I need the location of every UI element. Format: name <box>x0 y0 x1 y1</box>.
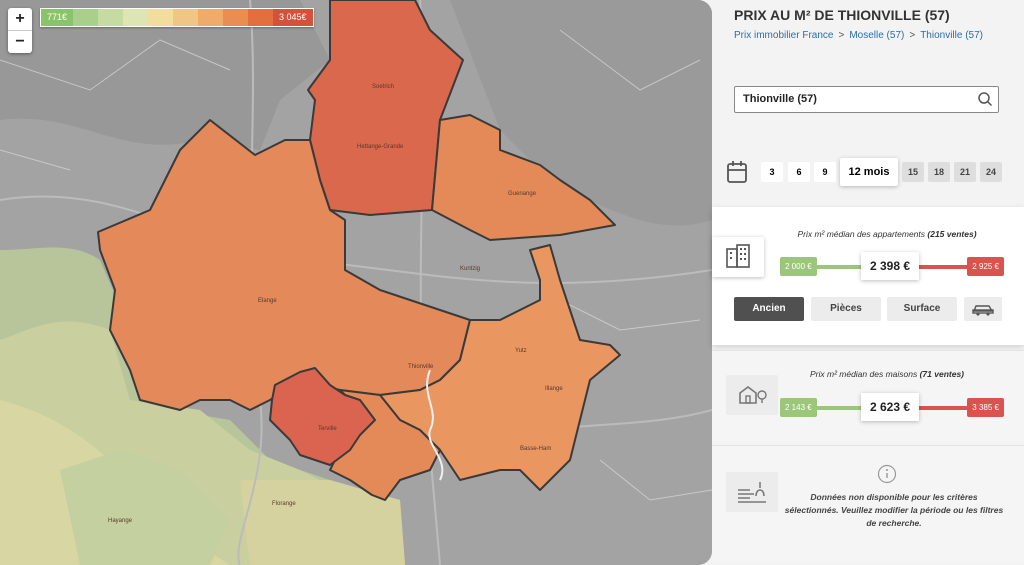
period-24-button[interactable]: 24 <box>980 162 1002 182</box>
period-3-button[interactable]: 3 <box>761 162 783 182</box>
period-12-button[interactable]: 12 mois <box>840 158 898 186</box>
building-icon[interactable] <box>712 237 764 277</box>
tab-pieces[interactable]: Pièces <box>811 297 881 321</box>
houses-low-price: 2 143 € <box>780 398 817 417</box>
breadcrumb-france[interactable]: Prix immobilier France <box>734 30 833 41</box>
houses-caption-text: Prix m² médian des maisons <box>809 369 918 379</box>
legend-swatch <box>123 9 149 26</box>
tab-surface[interactable]: Surface <box>887 297 957 321</box>
houses-median-price: 2 623 € <box>861 393 919 421</box>
map-label: Florange <box>272 501 296 507</box>
period-21-button[interactable]: 21 <box>954 162 976 182</box>
houses-high-price: 3 385 € <box>967 398 1004 417</box>
legend-swatch <box>223 9 249 26</box>
houses-card: Prix m² médian des maisons (71 ventes) 2… <box>712 350 1024 441</box>
houses-sales-count: (71 ventes) <box>919 369 965 379</box>
legend-swatch <box>173 9 199 26</box>
car-icon[interactable] <box>964 297 1002 321</box>
legend-swatch <box>73 9 99 26</box>
breadcrumb-separator: > <box>838 30 845 41</box>
period-6-button[interactable]: 6 <box>788 162 810 182</box>
period-9-button[interactable]: 9 <box>814 162 836 182</box>
map-label: Yutz <box>515 348 527 354</box>
legend-swatch <box>198 9 224 26</box>
map-label: Thionville <box>408 364 434 370</box>
breadcrumb-separator: > <box>909 30 916 41</box>
breadcrumb-moselle[interactable]: Moselle (57) <box>849 30 904 41</box>
price-legend: 771€ 3 045€ <box>40 8 314 27</box>
search-box[interactable] <box>734 86 999 113</box>
apartments-sales-count: (215 ventes) <box>927 229 977 239</box>
range-high-bar <box>910 265 970 269</box>
period-15-button[interactable]: 15 <box>902 162 924 182</box>
land-icon[interactable] <box>726 472 778 512</box>
map-label: Kuntzig <box>460 266 480 272</box>
houses-caption: Prix m² médian des maisons (71 ventes) <box>772 369 1002 379</box>
apartments-median-price: 2 398 € <box>861 252 919 280</box>
apartments-tabs: Ancien Pièces Surface <box>734 297 1002 321</box>
legend-min-label: 771€ <box>41 9 74 26</box>
range-high-bar <box>910 406 970 410</box>
map-label: Basse-Ham <box>520 446 551 452</box>
apartments-caption: Prix m² médian des appartements (215 ven… <box>772 229 1002 239</box>
map-label: Elange <box>258 298 277 304</box>
search-input[interactable] <box>741 92 965 106</box>
apartments-caption-text: Prix m² médian des appartements <box>797 229 926 239</box>
apartments-price-range: 2 000 € 2 398 € 2 925 € <box>780 252 1004 282</box>
apartments-card: Prix m² médian des appartements (215 ven… <box>712 207 1024 345</box>
side-panel: PRIX AU M² DE THIONVILLE (57) Prix immob… <box>712 0 1024 565</box>
tab-ancien[interactable]: Ancien <box>734 297 804 321</box>
calendar-icon <box>726 160 748 189</box>
houses-price-range: 2 143 € 2 623 € 3 385 € <box>780 393 1004 423</box>
land-card: Données non disponible pour les critères… <box>712 445 1024 561</box>
page-title: PRIX AU M² DE THIONVILLE (57) <box>734 7 950 23</box>
map-label: Hayange <box>108 518 133 524</box>
map-label: Guenange <box>508 191 537 197</box>
breadcrumb-thionville[interactable]: Thionville (57) <box>920 30 983 41</box>
no-data-message: Données non disponible pour les critères… <box>784 492 1004 528</box>
map-label: Illange <box>545 386 563 392</box>
house-icon[interactable] <box>726 375 778 415</box>
map-label: Terville <box>318 426 337 432</box>
map-label: Soetrich <box>372 84 394 90</box>
info-icon <box>877 464 897 489</box>
map-canvas[interactable]: Soetrich Hettange-Grande Guenange Elange… <box>0 0 712 565</box>
search-icon[interactable] <box>977 91 993 112</box>
legend-max-label: 3 045€ <box>273 9 313 26</box>
apartments-high-price: 2 925 € <box>967 257 1004 276</box>
zoom-in-button[interactable]: + <box>8 8 32 31</box>
legend-swatch <box>98 9 124 26</box>
zoom-control: + − <box>8 8 32 53</box>
map-label: Hettange-Grande <box>357 144 404 150</box>
zoom-out-button[interactable]: − <box>8 31 32 53</box>
period-18-button[interactable]: 18 <box>928 162 950 182</box>
period-selector: 3 6 9 12 mois 15 18 21 24 <box>726 158 1016 186</box>
legend-swatch <box>248 9 274 26</box>
apartments-low-price: 2 000 € <box>780 257 817 276</box>
legend-swatch <box>148 9 174 26</box>
breadcrumb: Prix immobilier France > Moselle (57) > Thio… <box>734 30 983 41</box>
map-view[interactable]: Soetrich Hettange-Grande Guenange Elange… <box>0 0 712 565</box>
